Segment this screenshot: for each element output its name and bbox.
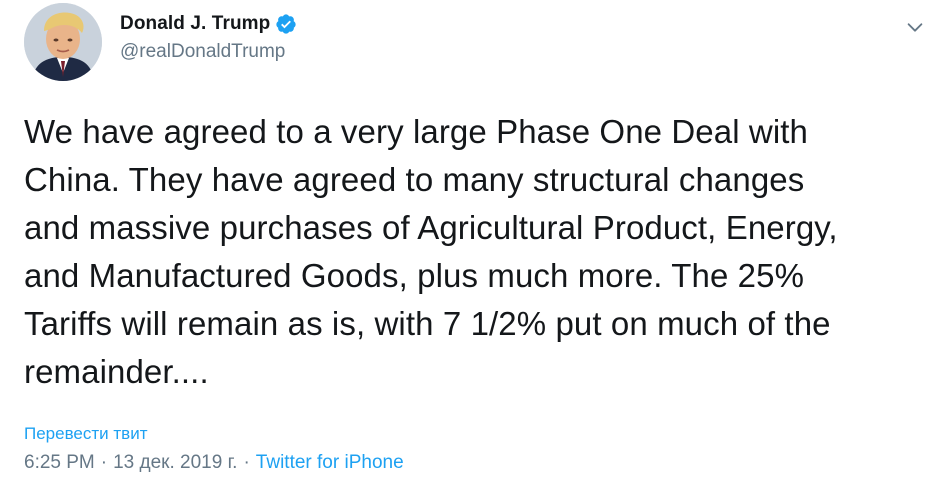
avatar-image bbox=[24, 3, 102, 81]
user-handle[interactable]: @realDonaldTrump bbox=[120, 41, 297, 63]
display-name[interactable]: Donald J. Trump bbox=[120, 13, 270, 35]
tweet-text: We have agreed to a very large Phase One… bbox=[24, 113, 838, 390]
chevron-down-icon[interactable] bbox=[904, 16, 926, 38]
tweet-time[interactable]: 6:25 PM bbox=[24, 452, 95, 474]
tweet-author: Donald J. Trump @realDonaldTrump bbox=[120, 10, 297, 63]
separator-dot: · bbox=[243, 452, 250, 473]
tweet-date[interactable]: 13 дек. 2019 г. bbox=[113, 452, 237, 474]
tweet-source-link[interactable]: Twitter for iPhone bbox=[256, 452, 404, 474]
separator-dot: · bbox=[100, 452, 108, 473]
tweet-metadata: 6:25 PM · 13 дек. 2019 г. · Twitter for … bbox=[24, 452, 404, 474]
translate-tweet-link[interactable]: Перевести твит bbox=[24, 424, 147, 444]
tweet-card: Donald J. Trump @realDonaldTrump We have… bbox=[0, 0, 948, 494]
name-row: Donald J. Trump bbox=[120, 10, 297, 38]
verified-badge-icon bbox=[275, 13, 297, 35]
avatar[interactable] bbox=[24, 3, 102, 81]
